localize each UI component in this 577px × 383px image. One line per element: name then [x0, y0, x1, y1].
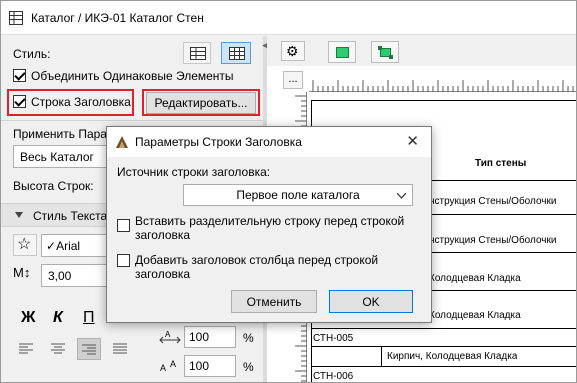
style-list-button[interactable]	[183, 42, 211, 64]
bold-button[interactable]: Ж	[21, 309, 35, 327]
check-icon: ✓	[46, 239, 57, 253]
source-select[interactable]: Первое поле каталога	[183, 184, 413, 206]
favorite-button[interactable]: ☆	[13, 234, 37, 256]
row-height-label: Высота Строк:	[13, 179, 94, 193]
gear-icon: ⚙	[286, 43, 299, 59]
source-value: Первое поле каталога	[236, 188, 360, 202]
title-bar: Каталог / ИКЭ-01 Каталог Стен	[1, 1, 576, 35]
height-field[interactable]: 100	[184, 355, 236, 377]
horizontal-ruler	[309, 74, 576, 92]
font-value: Arial	[56, 239, 81, 253]
dialog-title-bar: Параметры Строки Заголовка ✕	[107, 127, 431, 157]
close-icon[interactable]: ✕	[406, 132, 419, 150]
separator-row-label: Вставить разделительную строку перед стр…	[135, 214, 405, 242]
merge-checkbox[interactable]	[13, 69, 26, 82]
source-label: Источник строки заголовка:	[117, 165, 271, 179]
grid-full-icon	[229, 47, 245, 60]
align-right-button[interactable]	[77, 338, 101, 360]
catalog-cell: Колодцевая Кладка	[429, 310, 521, 321]
apply-select[interactable]: Весь Каталог	[13, 145, 109, 168]
align-left-icon[interactable]	[19, 343, 33, 355]
select-frame-button[interactable]	[328, 41, 356, 63]
header-row-settings-dialog: Параметры Строки Заголовка ✕ Источник ст…	[106, 126, 432, 323]
window-title: Каталог / ИКЭ-01 Каталог Стен	[31, 11, 204, 25]
width-field[interactable]: 100	[184, 326, 236, 348]
dialog-title: Параметры Строки Заголовка	[135, 135, 302, 149]
table-icon	[9, 11, 23, 25]
font-select[interactable]: ✓Arial	[41, 234, 109, 257]
column-header-wall-type: Тип стены	[475, 158, 527, 169]
align-justify-icon[interactable]	[113, 343, 127, 355]
ruler-ticks	[312, 80, 574, 92]
svg-text:A: A	[170, 359, 176, 369]
catalog-cell: Колодцевая Кладка	[429, 273, 521, 284]
column-header-checkbox[interactable]	[117, 254, 130, 267]
font-size-icon: M↕	[13, 265, 31, 280]
star-icon: ☆	[17, 236, 32, 253]
separator-row-checkbox[interactable]	[117, 219, 130, 232]
select-points-button[interactable]	[371, 41, 399, 63]
italic-button[interactable]: К	[53, 309, 63, 327]
collapse-triangle-icon	[15, 212, 23, 218]
sheet-line	[381, 346, 382, 366]
width-scale-icon: A	[159, 330, 181, 344]
underline-button[interactable]: П	[83, 309, 95, 327]
sheet-line	[311, 100, 576, 101]
svg-text:A: A	[160, 363, 166, 373]
catalog-cell: СТН-006	[313, 371, 354, 382]
catalog-cell: нструкция Стены/Оболочки	[429, 196, 557, 207]
merge-label: Объединить Одинаковые Элементы	[31, 69, 234, 83]
height-percent: %	[243, 360, 254, 374]
settings-button[interactable]: ⚙	[281, 41, 305, 61]
align-right-icon	[82, 344, 96, 355]
ruler-corner-button[interactable]: ...	[283, 71, 303, 89]
divider	[1, 120, 263, 121]
edit-button[interactable]: Редактировать...	[146, 92, 256, 114]
cancel-button[interactable]: Отменить	[231, 290, 317, 313]
ok-button[interactable]: OK	[329, 290, 413, 313]
height-scale-icon: A A	[160, 359, 176, 373]
catalog-cell: Кирпич, Колодцевая Кладка	[387, 351, 518, 362]
sheet-line	[311, 366, 576, 367]
svg-text:A: A	[165, 330, 171, 339]
style-grid-button[interactable]	[221, 42, 251, 64]
green-points-icon	[378, 46, 393, 59]
green-frame-icon	[336, 47, 349, 58]
catalog-cell: СТН-005	[313, 333, 354, 344]
style-label: Стиль:	[13, 47, 51, 61]
font-size-field[interactable]: 3,00	[41, 264, 109, 287]
header-row-checkbox[interactable]	[13, 95, 26, 108]
catalog-cell: нструкция Стены/Оболочки	[429, 235, 557, 246]
grid-icon	[190, 47, 206, 60]
apply-label: Применить Пара	[13, 127, 107, 141]
chevron-down-icon	[397, 193, 406, 199]
header-row-label: Строка Заголовка	[31, 95, 131, 109]
sheet-line	[311, 346, 576, 347]
preview-toolbar: ⚙	[267, 36, 576, 66]
text-style-label: Стиль Текста	[33, 209, 108, 223]
width-percent: %	[243, 331, 254, 345]
column-header-label: Добавить заголовок столбца перед строкой…	[135, 253, 379, 281]
sheet-line	[311, 328, 576, 329]
align-center-icon[interactable]	[51, 343, 65, 355]
app-icon	[116, 136, 128, 148]
